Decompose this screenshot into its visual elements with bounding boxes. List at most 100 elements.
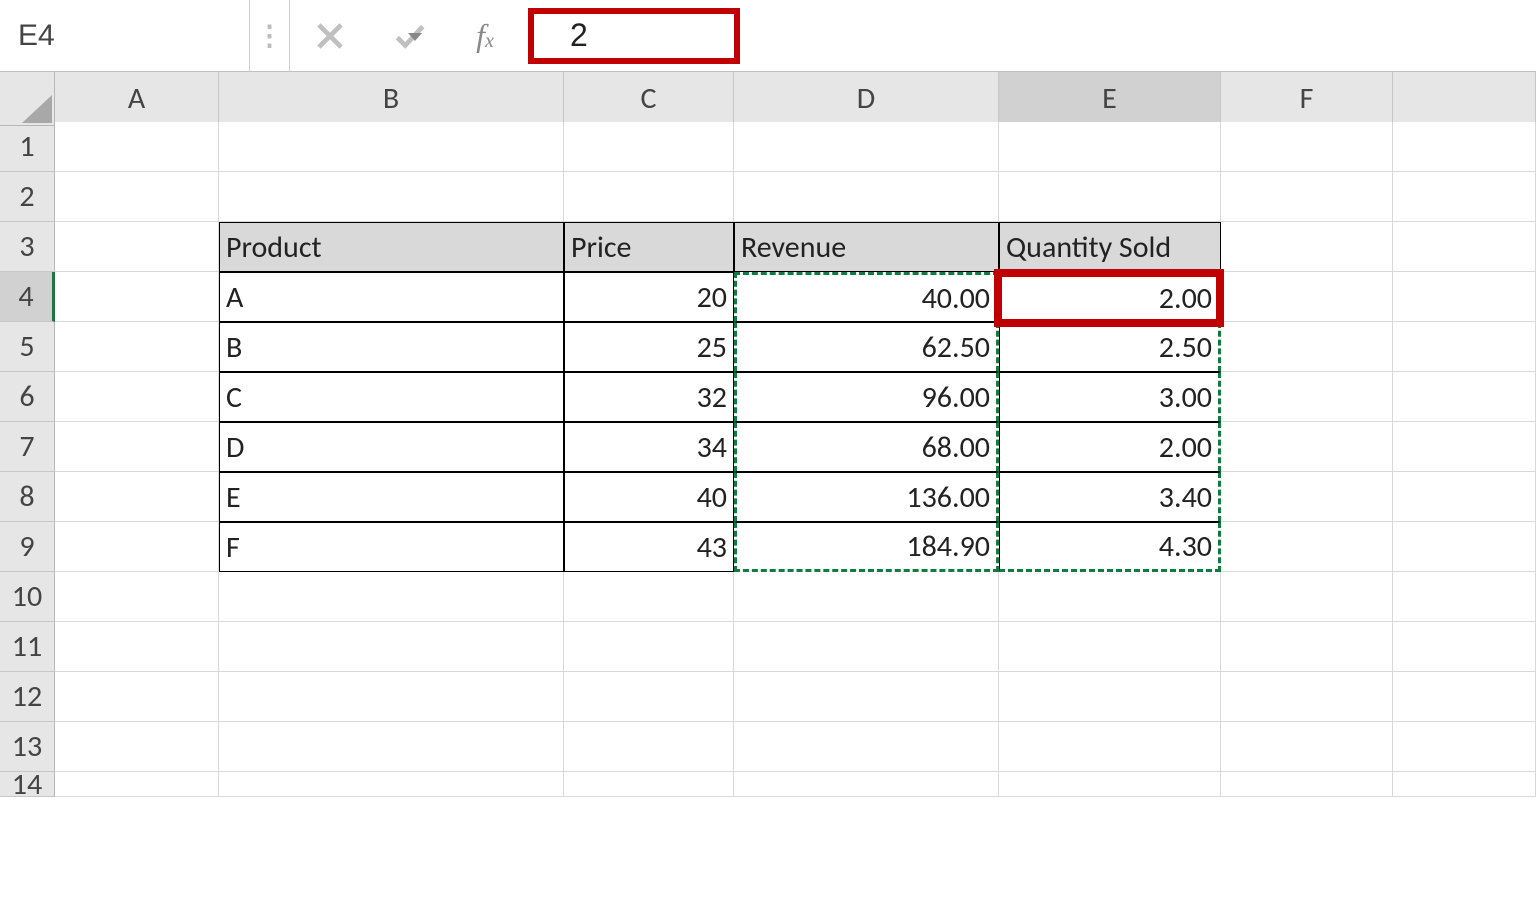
cell-b3[interactable]: Product [219, 222, 564, 272]
col-header-a[interactable]: A [55, 72, 219, 126]
cell-a10[interactable] [55, 572, 219, 622]
cell-f6[interactable] [1221, 372, 1393, 422]
row-header-9[interactable]: 9 [0, 522, 55, 572]
cell-f11[interactable] [1221, 622, 1393, 672]
cell-c11[interactable] [564, 622, 734, 672]
cell-a9[interactable] [55, 522, 219, 572]
cell-e5[interactable]: 2.50 [999, 322, 1221, 372]
cell-c12[interactable] [564, 672, 734, 722]
cell-b12[interactable] [219, 672, 564, 722]
cell-g7[interactable] [1393, 422, 1536, 472]
row-header-14[interactable]: 14 [0, 772, 55, 797]
cell-c10[interactable] [564, 572, 734, 622]
col-header-b[interactable]: B [219, 72, 564, 126]
cell-f7[interactable] [1221, 422, 1393, 472]
cell-f2[interactable] [1221, 172, 1393, 222]
cell-c9[interactable]: 43 [564, 522, 734, 572]
cell-e3[interactable]: Quantity Sold [999, 222, 1221, 272]
cell-e11[interactable] [999, 622, 1221, 672]
cell-c5[interactable]: 25 [564, 322, 734, 372]
cell-a4[interactable] [55, 272, 219, 322]
cell-f14[interactable] [1221, 772, 1393, 797]
cell-g12[interactable] [1393, 672, 1536, 722]
cell-e4[interactable]: 2.00 [999, 272, 1221, 322]
col-header-blank[interactable] [1393, 72, 1536, 126]
cell-c2[interactable] [564, 172, 734, 222]
cell-e10[interactable] [999, 572, 1221, 622]
cell-f1[interactable] [1221, 122, 1393, 172]
cell-b10[interactable] [219, 572, 564, 622]
cell-d9[interactable]: 184.90 [734, 522, 999, 572]
cell-f5[interactable] [1221, 322, 1393, 372]
cell-c8[interactable]: 40 [564, 472, 734, 522]
cell-c13[interactable] [564, 722, 734, 772]
cell-d2[interactable] [734, 172, 999, 222]
cell-e12[interactable] [999, 672, 1221, 722]
col-header-c[interactable]: C [564, 72, 734, 126]
row-header-2[interactable]: 2 [0, 172, 55, 222]
cell-e14[interactable] [999, 772, 1221, 797]
cell-b14[interactable] [219, 772, 564, 797]
row-header-12[interactable]: 12 [0, 672, 55, 722]
cell-g13[interactable] [1393, 722, 1536, 772]
cell-c3[interactable]: Price [564, 222, 734, 272]
cell-a1[interactable] [55, 122, 219, 172]
row-header-5[interactable]: 5 [0, 322, 55, 372]
cell-e7[interactable]: 2.00 [999, 422, 1221, 472]
row-header-8[interactable]: 8 [0, 472, 55, 522]
cell-b5[interactable]: B [219, 322, 564, 372]
cell-b4[interactable]: A [219, 272, 564, 322]
cell-c4[interactable]: 20 [564, 272, 734, 322]
cell-b1[interactable] [219, 122, 564, 172]
cell-d1[interactable] [734, 122, 999, 172]
cell-g4[interactable] [1393, 272, 1536, 322]
cell-e1[interactable] [999, 122, 1221, 172]
cell-b6[interactable]: C [219, 372, 564, 422]
cell-g9[interactable] [1393, 522, 1536, 572]
cell-b7[interactable]: D [219, 422, 564, 472]
cell-c1[interactable] [564, 122, 734, 172]
cell-d11[interactable] [734, 622, 999, 672]
cell-a11[interactable] [55, 622, 219, 672]
cell-d6[interactable]: 96.00 [734, 372, 999, 422]
cell-d7[interactable]: 68.00 [734, 422, 999, 472]
cell-d8[interactable]: 136.00 [734, 472, 999, 522]
cell-d14[interactable] [734, 772, 999, 797]
cell-g1[interactable] [1393, 122, 1536, 172]
cell-a7[interactable] [55, 422, 219, 472]
row-header-13[interactable]: 13 [0, 722, 55, 772]
row-header-4[interactable]: 4 [0, 272, 55, 322]
cell-g8[interactable] [1393, 472, 1536, 522]
cell-g6[interactable] [1393, 372, 1536, 422]
row-header-3[interactable]: 3 [0, 222, 55, 272]
cell-f3[interactable] [1221, 222, 1393, 272]
cell-b11[interactable] [219, 622, 564, 672]
cell-g2[interactable] [1393, 172, 1536, 222]
cell-b13[interactable] [219, 722, 564, 772]
cell-f4[interactable] [1221, 272, 1393, 322]
cell-g11[interactable] [1393, 622, 1536, 672]
fx-icon[interactable]: fx [450, 17, 520, 54]
row-header-6[interactable]: 6 [0, 372, 55, 422]
cell-f10[interactable] [1221, 572, 1393, 622]
cell-d13[interactable] [734, 722, 999, 772]
cell-b9[interactable]: F [219, 522, 564, 572]
cell-d4[interactable]: 40.00 [734, 272, 999, 322]
formula-input[interactable] [520, 17, 1536, 54]
cell-c7[interactable]: 34 [564, 422, 734, 472]
cell-a2[interactable] [55, 172, 219, 222]
cell-d12[interactable] [734, 672, 999, 722]
cell-a14[interactable] [55, 772, 219, 797]
select-all-corner[interactable] [0, 72, 55, 126]
cell-a5[interactable] [55, 322, 219, 372]
cell-g5[interactable] [1393, 322, 1536, 372]
cell-c14[interactable] [564, 772, 734, 797]
cancel-icon[interactable] [290, 0, 370, 71]
cell-a3[interactable] [55, 222, 219, 272]
row-header-7[interactable]: 7 [0, 422, 55, 472]
cell-d10[interactable] [734, 572, 999, 622]
cell-g10[interactable] [1393, 572, 1536, 622]
cell-e13[interactable] [999, 722, 1221, 772]
cell-b2[interactable] [219, 172, 564, 222]
cell-a12[interactable] [55, 672, 219, 722]
